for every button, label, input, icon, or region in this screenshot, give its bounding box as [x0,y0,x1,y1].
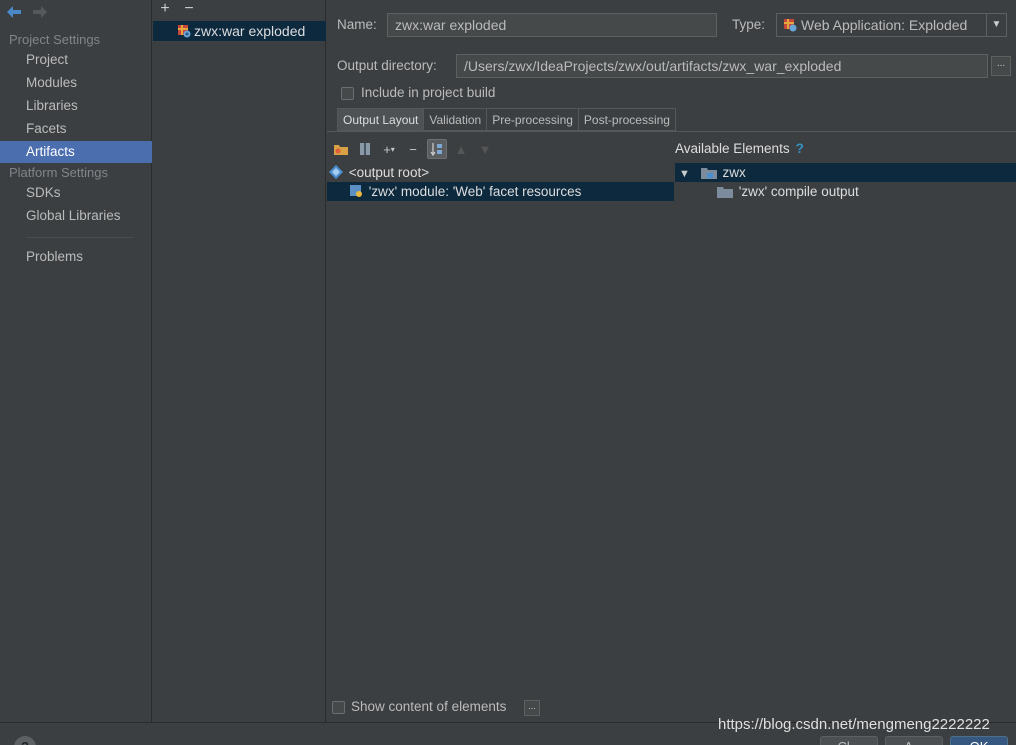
facet-resources-icon [349,184,365,203]
compile-output-label: 'zwx' compile output [738,184,859,199]
facet-resources-node[interactable]: 'zwx' module: 'Web' facet resources [327,182,674,201]
chevron-down-icon[interactable]: ▼ [986,14,1006,36]
remove-element-icon[interactable]: − [403,139,423,159]
nav-item-global-libraries[interactable]: Global Libraries [0,205,152,227]
artifact-name-label: zwx:war exploded [194,23,306,39]
type-select[interactable]: Web Application: Exploded ▼ [776,13,1007,37]
nav-item-problems[interactable]: Problems [0,246,152,268]
nav-item-project[interactable]: Project [0,49,152,71]
archive-icon[interactable] [355,139,375,159]
nav-item-modules[interactable]: Modules [0,72,152,94]
artifact-list-item[interactable]: zwx:war exploded [153,21,326,41]
add-artifact-button[interactable]: + [157,0,173,18]
create-directory-icon[interactable] [331,139,351,159]
watermark-text: https://blog.csdn.net/mengmeng2222222 [718,716,990,733]
compile-output-icon [717,184,735,203]
artifacts-list-panel: + − zwx:war exploded [153,0,326,722]
move-up-icon[interactable]: ▲ [451,139,471,159]
nav-item-facets[interactable]: Facets [0,118,152,140]
nav-item-artifacts[interactable]: Artifacts [0,141,152,163]
remove-artifact-button[interactable]: − [181,0,197,18]
show-content-options-button[interactable]: ... [524,700,540,716]
expand-triangle-icon[interactable]: ▼ [679,165,697,184]
output-root-node[interactable]: <output root> [329,163,675,182]
artifact-tabs: Output Layout Validation Pre-processing … [337,108,676,131]
tab-pre-processing[interactable]: Pre-processing [487,108,579,131]
nav-item-sdks[interactable]: SDKs [0,182,152,204]
settings-sidebar: Project Settings Project Modules Librari… [0,0,152,722]
name-label: Name: [337,17,377,32]
history-arrows [6,4,48,22]
output-root-label: <output root> [348,165,430,180]
facet-resources-label: 'zwx' module: 'Web' facet resources [368,184,582,199]
forward-arrow-icon[interactable] [32,4,48,20]
move-down-icon[interactable]: ▼ [475,139,495,159]
add-element-icon[interactable]: + ▾ [379,139,399,159]
available-elements-header: Available Elements? [675,141,804,156]
output-layout-panel: + ▾ − ▲ ▼ <output root> 'zwx' module: 'We… [327,131,1016,722]
module-zwx-label: zwx [722,165,746,180]
tab-validation[interactable]: Validation [424,108,488,131]
include-in-build-label: Include in project build [361,85,496,100]
type-select-value: Web Application: Exploded [801,17,968,33]
tab-post-processing[interactable]: Post-processing [578,108,676,131]
war-artifact-icon [177,24,191,41]
project-settings-header: Project Settings [9,32,101,47]
output-directory-label: Output directory: [337,58,437,73]
nav-divider [26,237,134,238]
show-content-checkbox[interactable] [332,701,345,714]
type-label: Type: [732,17,766,32]
help-icon[interactable]: ? [796,141,804,156]
show-content-label: Show content of elements [351,699,507,714]
close-button[interactable]: Cl... [820,736,878,745]
browse-directory-button[interactable]: ... [991,56,1011,76]
available-elements-title: Available Elements [675,141,790,156]
tab-output-layout[interactable]: Output Layout [337,108,425,131]
apply-button[interactable]: A... [885,736,943,745]
name-field[interactable]: zwx:war exploded [387,13,717,37]
back-arrow-icon[interactable] [6,4,22,20]
include-in-build-checkbox[interactable] [341,87,354,100]
layout-toolbar: + ▾ − ▲ ▼ [331,138,495,160]
artifact-detail-panel: Name: zwx:war exploded Type: Web Applica… [327,0,1016,722]
web-app-icon [783,18,797,32]
output-directory-field[interactable]: /Users/zwx/IdeaProjects/zwx/out/artifact… [456,54,988,78]
module-zwx-node[interactable]: ▼ zwx [675,163,1016,182]
nav-item-libraries[interactable]: Libraries [0,95,152,117]
platform-settings-header: Platform Settings [9,165,108,180]
compile-output-node[interactable]: 'zwx' compile output [717,182,1016,201]
ok-button[interactable]: OK [950,736,1008,745]
sort-elements-icon[interactable] [427,139,447,159]
